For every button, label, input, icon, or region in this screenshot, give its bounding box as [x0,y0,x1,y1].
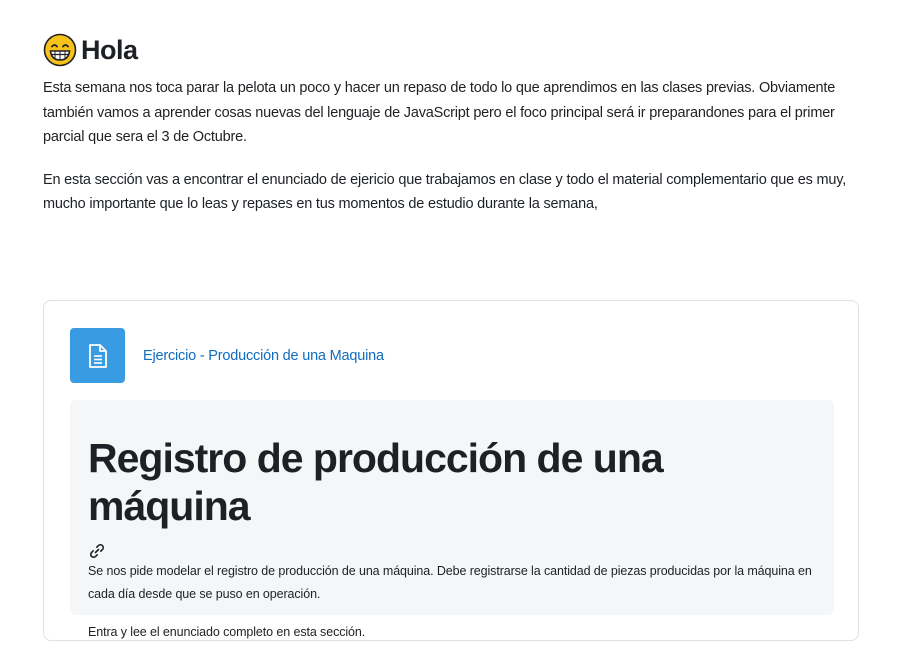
grinning-face-icon [43,33,77,67]
description-title: Registro de producción de una máquina [88,435,664,529]
section-heading: Hola [43,30,865,70]
activity-description: Registro de producción de una máquina Se… [70,400,834,639]
intro-paragraph-2: En esta sección vas a encontrar el enunc… [43,171,847,213]
activity-link[interactable]: Ejercicio - Producción de una Maquina [143,348,384,364]
activity-card: Ejercicio - Producción de una Maquina Re… [43,300,859,641]
link-icon[interactable] [88,542,106,560]
section-summary: Hola Esta semana nos toca parar la pelot… [43,30,865,235]
intro-paragraph-1: Esta semana nos toca parar la pelota un … [43,80,836,145]
description-text: Se nos pide modelar el registro de produ… [88,564,812,601]
heading-text: Hola [81,34,138,65]
page-icon[interactable] [70,328,125,383]
activity-item: Ejercicio - Producción de una Maquina [70,328,384,383]
description-cta: Entra y lee el enunciado completo en est… [88,625,366,639]
